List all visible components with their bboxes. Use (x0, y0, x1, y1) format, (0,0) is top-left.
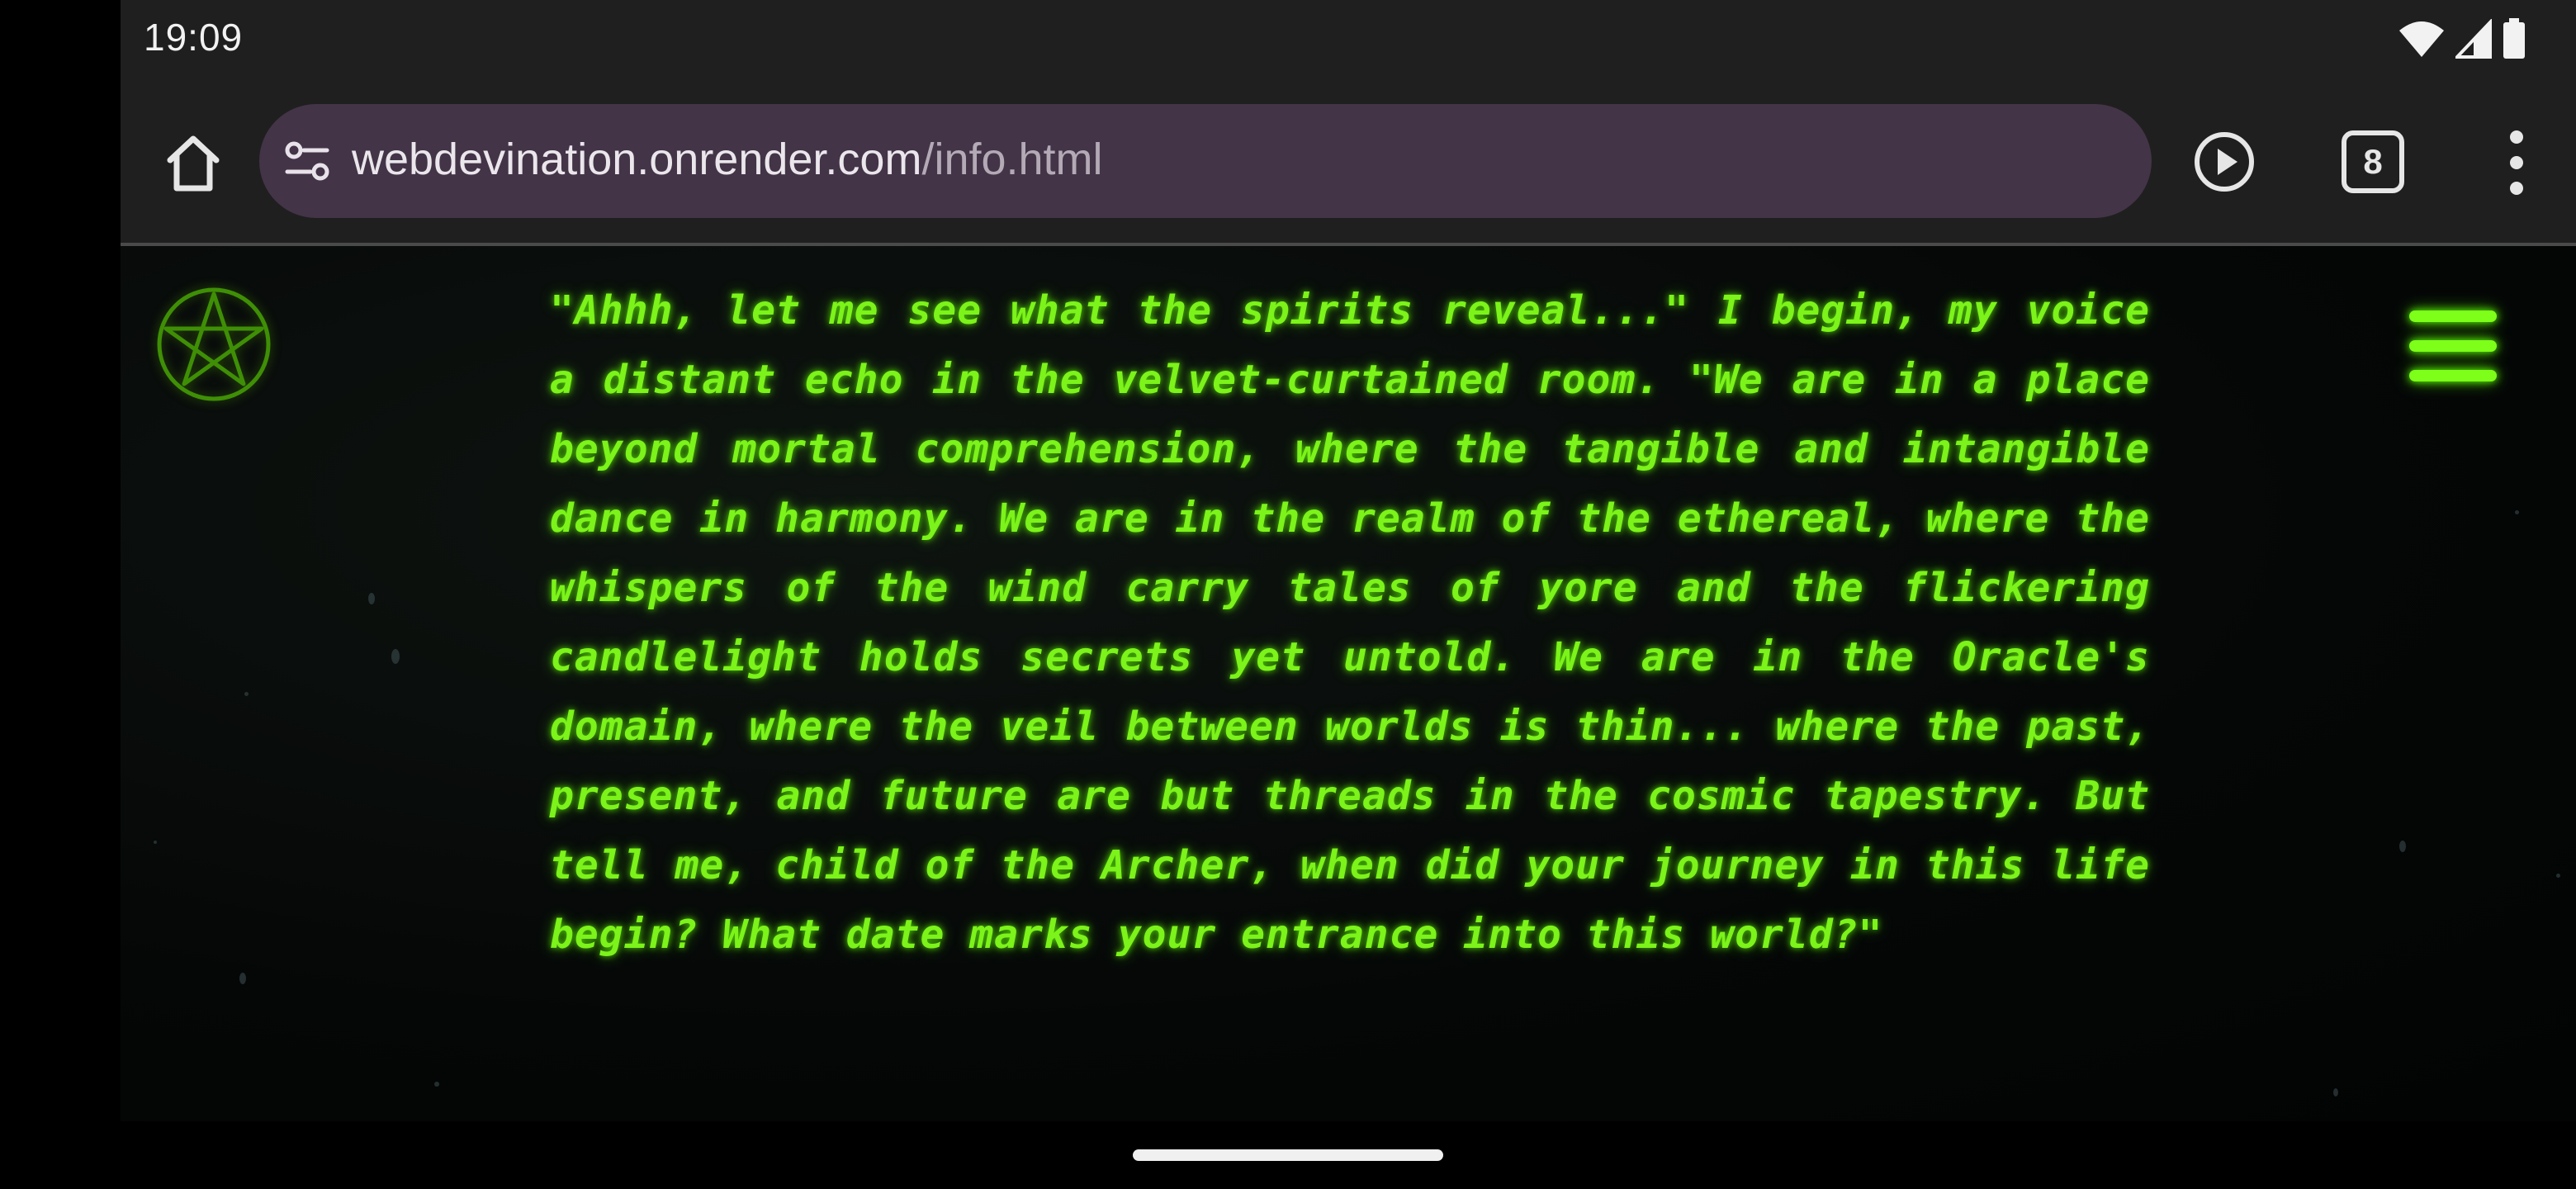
navigation-bar (0, 1121, 2576, 1189)
url-host: webdevination.onrender.com (352, 135, 922, 184)
status-time: 19:09 (144, 16, 244, 59)
star-dot (2556, 874, 2560, 878)
pentacle-icon[interactable] (155, 286, 272, 403)
home-icon[interactable] (160, 130, 226, 197)
star-dot (2333, 1088, 2338, 1097)
star-dot (2515, 510, 2519, 514)
oracle-message: "Ahhh, let me see what the spirits revea… (550, 287, 2150, 958)
wifi-icon (2399, 21, 2444, 57)
tab-switcher-button[interactable]: 8 (2342, 130, 2404, 193)
gesture-handle[interactable] (1133, 1149, 1443, 1161)
star-dot (2399, 841, 2406, 852)
browser-toolbar: webdevination.onrender.com/info.html 8 (121, 81, 2576, 243)
site-settings-icon[interactable] (282, 137, 332, 187)
hamburger-line (2409, 370, 2497, 381)
status-icons (2398, 18, 2526, 59)
star-dot (391, 649, 400, 664)
hamburger-line (2409, 340, 2497, 352)
url-path: /info.html (921, 135, 1103, 184)
screen: 19:09 webdevination.onrender.com/info.ht… (0, 0, 2576, 1189)
status-bar: 19:09 (121, 0, 2576, 81)
url-text[interactable]: webdevination.onrender.com/info.html (352, 134, 1103, 185)
star-dot (154, 841, 157, 844)
star-dot (434, 1082, 439, 1087)
battery-icon (2503, 18, 2525, 59)
signal-icon (2455, 19, 2492, 59)
hamburger-menu-icon[interactable] (2409, 310, 2500, 386)
star-dot (239, 973, 246, 984)
star-dot (244, 692, 249, 696)
address-bar[interactable]: webdevination.onrender.com/info.html (259, 104, 2152, 218)
play-icon[interactable] (2191, 129, 2257, 195)
page-content: "Ahhh, let me see what the spirits revea… (121, 246, 2576, 1121)
more-vert-icon[interactable] (2492, 127, 2541, 198)
hamburger-line (2409, 310, 2497, 322)
star-dot (368, 593, 375, 604)
